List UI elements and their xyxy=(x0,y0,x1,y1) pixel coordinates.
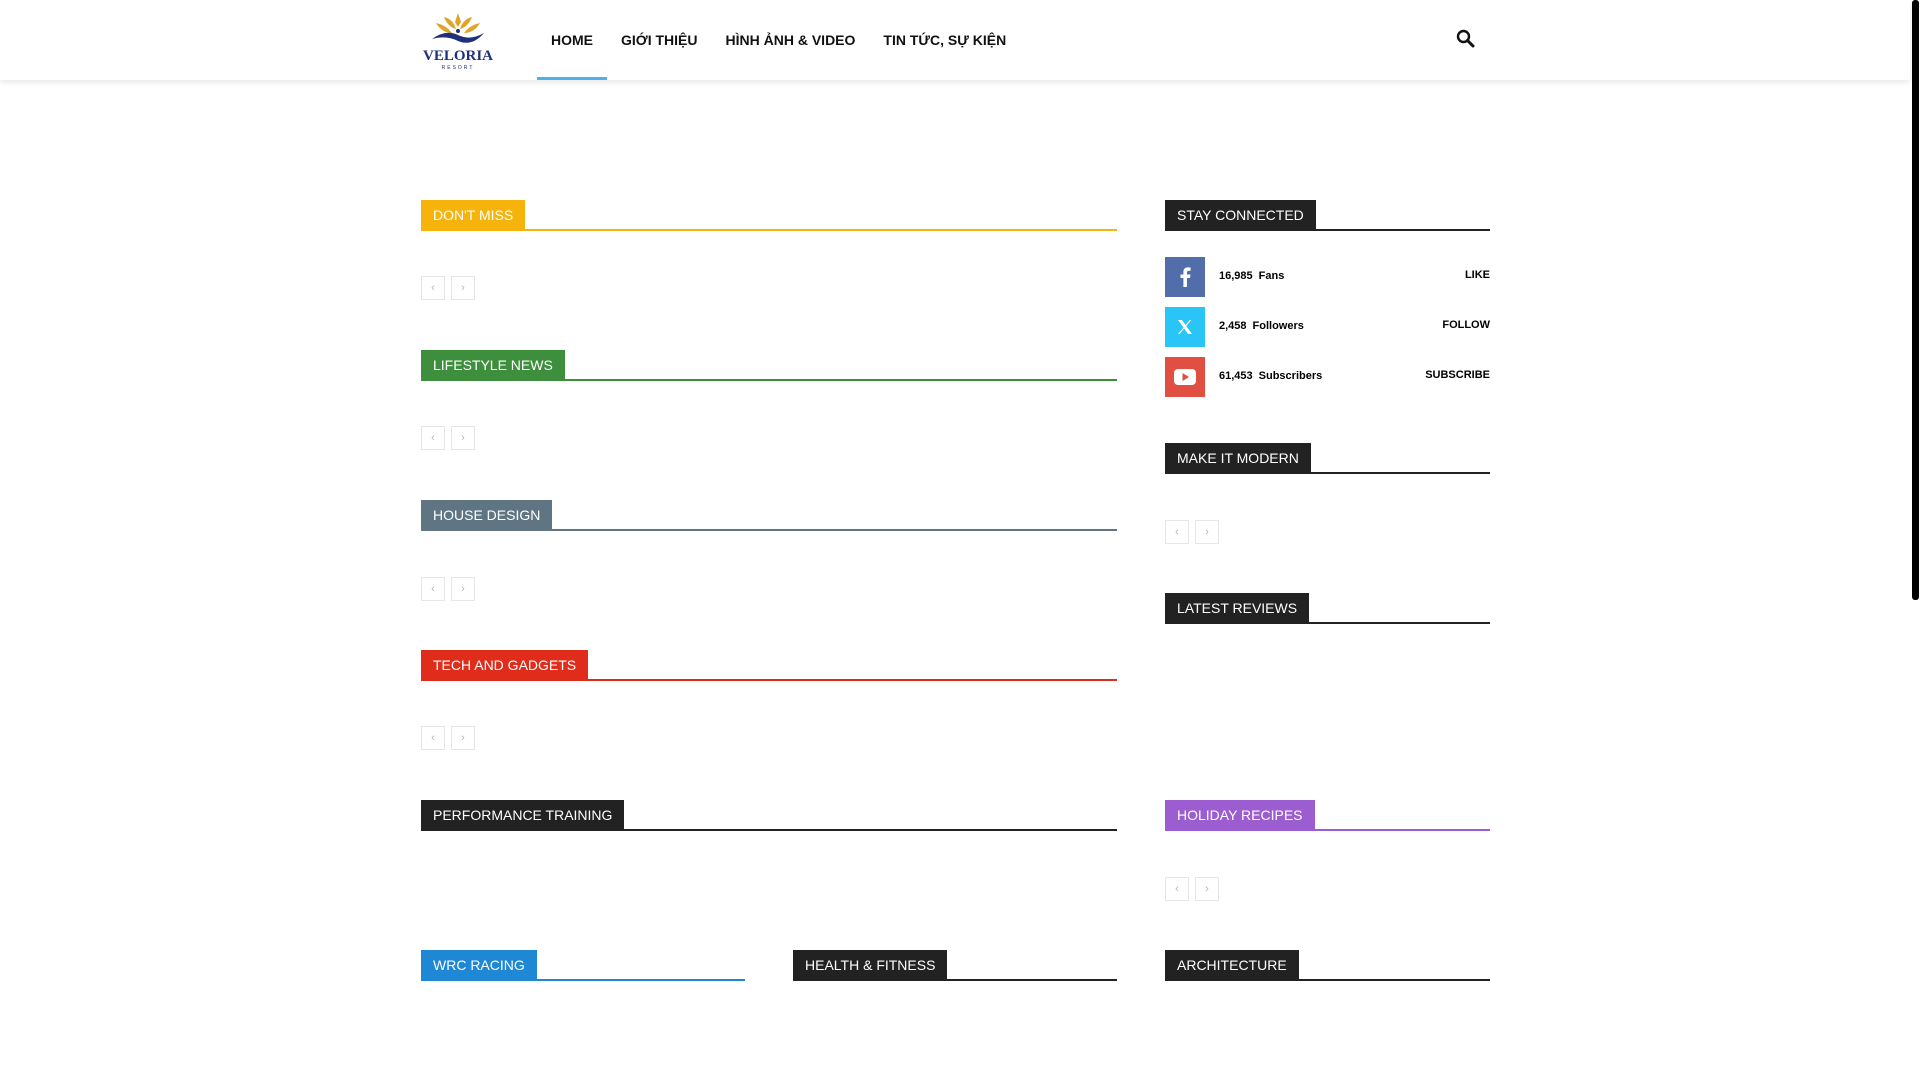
block-title-label[interactable]: HEALTH & FITNESS xyxy=(793,950,948,981)
block-title-health-fitness: HEALTH & FITNESS xyxy=(793,950,1117,981)
next-page-button[interactable]: › xyxy=(1195,877,1219,901)
social-youtube[interactable]: 61,453 Subscribers SUBSCRIBE xyxy=(1165,357,1490,397)
block-title-latest-reviews: LATEST REVIEWS xyxy=(1165,593,1490,624)
facebook-icon[interactable] xyxy=(1165,257,1205,297)
veloria-logo-mark: VELORIA RESORT xyxy=(423,13,493,71)
main-nav: HOME GIỚI THIỆU HÌNH ẢNH & VIDEO TIN TỨC… xyxy=(537,0,1020,80)
next-page-button[interactable]: › xyxy=(451,726,475,750)
pager-tech-gadgets: ‹ › xyxy=(421,726,475,750)
svg-text:RESORT: RESORT xyxy=(442,65,475,71)
veloria-logo[interactable]: VELORIA RESORT xyxy=(420,9,496,71)
pager-lifestyle-news: ‹ › xyxy=(421,426,475,450)
x-twitter-icon[interactable] xyxy=(1165,307,1205,347)
social-twitter[interactable]: 2,458 Followers FOLLOW xyxy=(1165,307,1490,347)
nav-item-home[interactable]: HOME xyxy=(537,0,607,80)
block-title-house-design: HOUSE DESIGN xyxy=(421,500,1117,531)
block-title-label[interactable]: HOLIDAY RECIPES xyxy=(1165,800,1315,831)
block-title-dont-miss: DON'T MISS xyxy=(421,200,1117,231)
youtube-count-wrap: 61,453 Subscribers xyxy=(1219,370,1322,382)
twitter-count-wrap: 2,458 Followers xyxy=(1219,320,1304,332)
block-title-label[interactable]: MAKE IT MODERN xyxy=(1165,443,1311,474)
block-title-lifestyle-news: LIFESTYLE NEWS xyxy=(421,350,1117,381)
block-title-holiday-recipes: HOLIDAY RECIPES xyxy=(1165,800,1490,831)
next-page-button[interactable]: › xyxy=(1195,520,1219,544)
block-title-performance-training: PERFORMANCE TRAINING xyxy=(421,800,1117,831)
youtube-icon[interactable] xyxy=(1165,357,1205,397)
block-title-label[interactable]: LIFESTYLE NEWS xyxy=(421,350,565,381)
facebook-unit: Fans xyxy=(1258,270,1285,282)
prev-page-button[interactable]: ‹ xyxy=(421,426,445,450)
prev-page-button[interactable]: ‹ xyxy=(1165,520,1189,544)
twitter-unit: Followers xyxy=(1252,320,1304,332)
block-title-architecture: ARCHITECTURE xyxy=(1165,950,1490,981)
nav-item-gioi-thieu[interactable]: GIỚI THIỆU xyxy=(607,0,712,80)
block-title-stay-connected: STAY CONNECTED xyxy=(1165,200,1490,231)
block-title-wrc-racing: WRC RACING xyxy=(421,950,745,981)
next-page-button[interactable]: › xyxy=(451,276,475,300)
pager-house-design: ‹ › xyxy=(421,577,475,601)
nav-item-tin-tuc-su-kien[interactable]: TIN TỨC, SỰ KIỆN xyxy=(869,0,1020,80)
prev-page-button[interactable]: ‹ xyxy=(1165,877,1189,901)
pager-make-it-modern: ‹ › xyxy=(1165,520,1219,544)
title-underline xyxy=(421,229,1117,231)
youtube-count: 61,453 xyxy=(1219,370,1253,382)
block-title-label[interactable]: WRC RACING xyxy=(421,950,537,981)
twitter-count: 2,458 xyxy=(1219,320,1247,332)
youtube-unit: Subscribers xyxy=(1258,370,1323,382)
site-header: VELORIA RESORT HOME GIỚI THIỆU HÌNH ẢNH … xyxy=(0,0,1910,80)
block-title-label[interactable]: STAY CONNECTED xyxy=(1165,200,1316,231)
facebook-count-wrap: 16,985 Fans xyxy=(1219,270,1284,282)
youtube-subscribe-button[interactable]: SUBSCRIBE xyxy=(1425,369,1490,381)
pager-dont-miss: ‹ › xyxy=(421,276,475,300)
prev-page-button[interactable]: ‹ xyxy=(421,577,445,601)
block-title-label[interactable]: TECH AND GADGETS xyxy=(421,650,589,681)
social-facebook[interactable]: 16,985 Fans LIKE xyxy=(1165,257,1490,297)
scrollbar-thumb[interactable] xyxy=(1912,0,1919,600)
twitter-follow-button[interactable]: FOLLOW xyxy=(1442,319,1490,331)
block-title-tech-gadgets: TECH AND GADGETS xyxy=(421,650,1117,681)
block-title-label[interactable]: HOUSE DESIGN xyxy=(421,500,553,531)
prev-page-button[interactable]: ‹ xyxy=(421,276,445,300)
next-page-button[interactable]: › xyxy=(451,426,475,450)
search-icon[interactable] xyxy=(1455,28,1477,50)
svg-text:VELORIA: VELORIA xyxy=(423,48,493,64)
pager-holiday-recipes: ‹ › xyxy=(1165,877,1219,901)
prev-page-button[interactable]: ‹ xyxy=(421,726,445,750)
facebook-like-button[interactable]: LIKE xyxy=(1465,269,1490,281)
facebook-count: 16,985 xyxy=(1219,270,1253,282)
nav-item-hinh-anh-video[interactable]: HÌNH ẢNH & VIDEO xyxy=(712,0,870,80)
block-title-make-it-modern: MAKE IT MODERN xyxy=(1165,443,1490,474)
block-title-label[interactable]: PERFORMANCE TRAINING xyxy=(421,800,625,831)
block-title-label[interactable]: LATEST REVIEWS xyxy=(1165,593,1310,624)
block-title-label[interactable]: DON'T MISS xyxy=(421,200,526,231)
block-title-label[interactable]: ARCHITECTURE xyxy=(1165,950,1299,981)
next-page-button[interactable]: › xyxy=(451,577,475,601)
